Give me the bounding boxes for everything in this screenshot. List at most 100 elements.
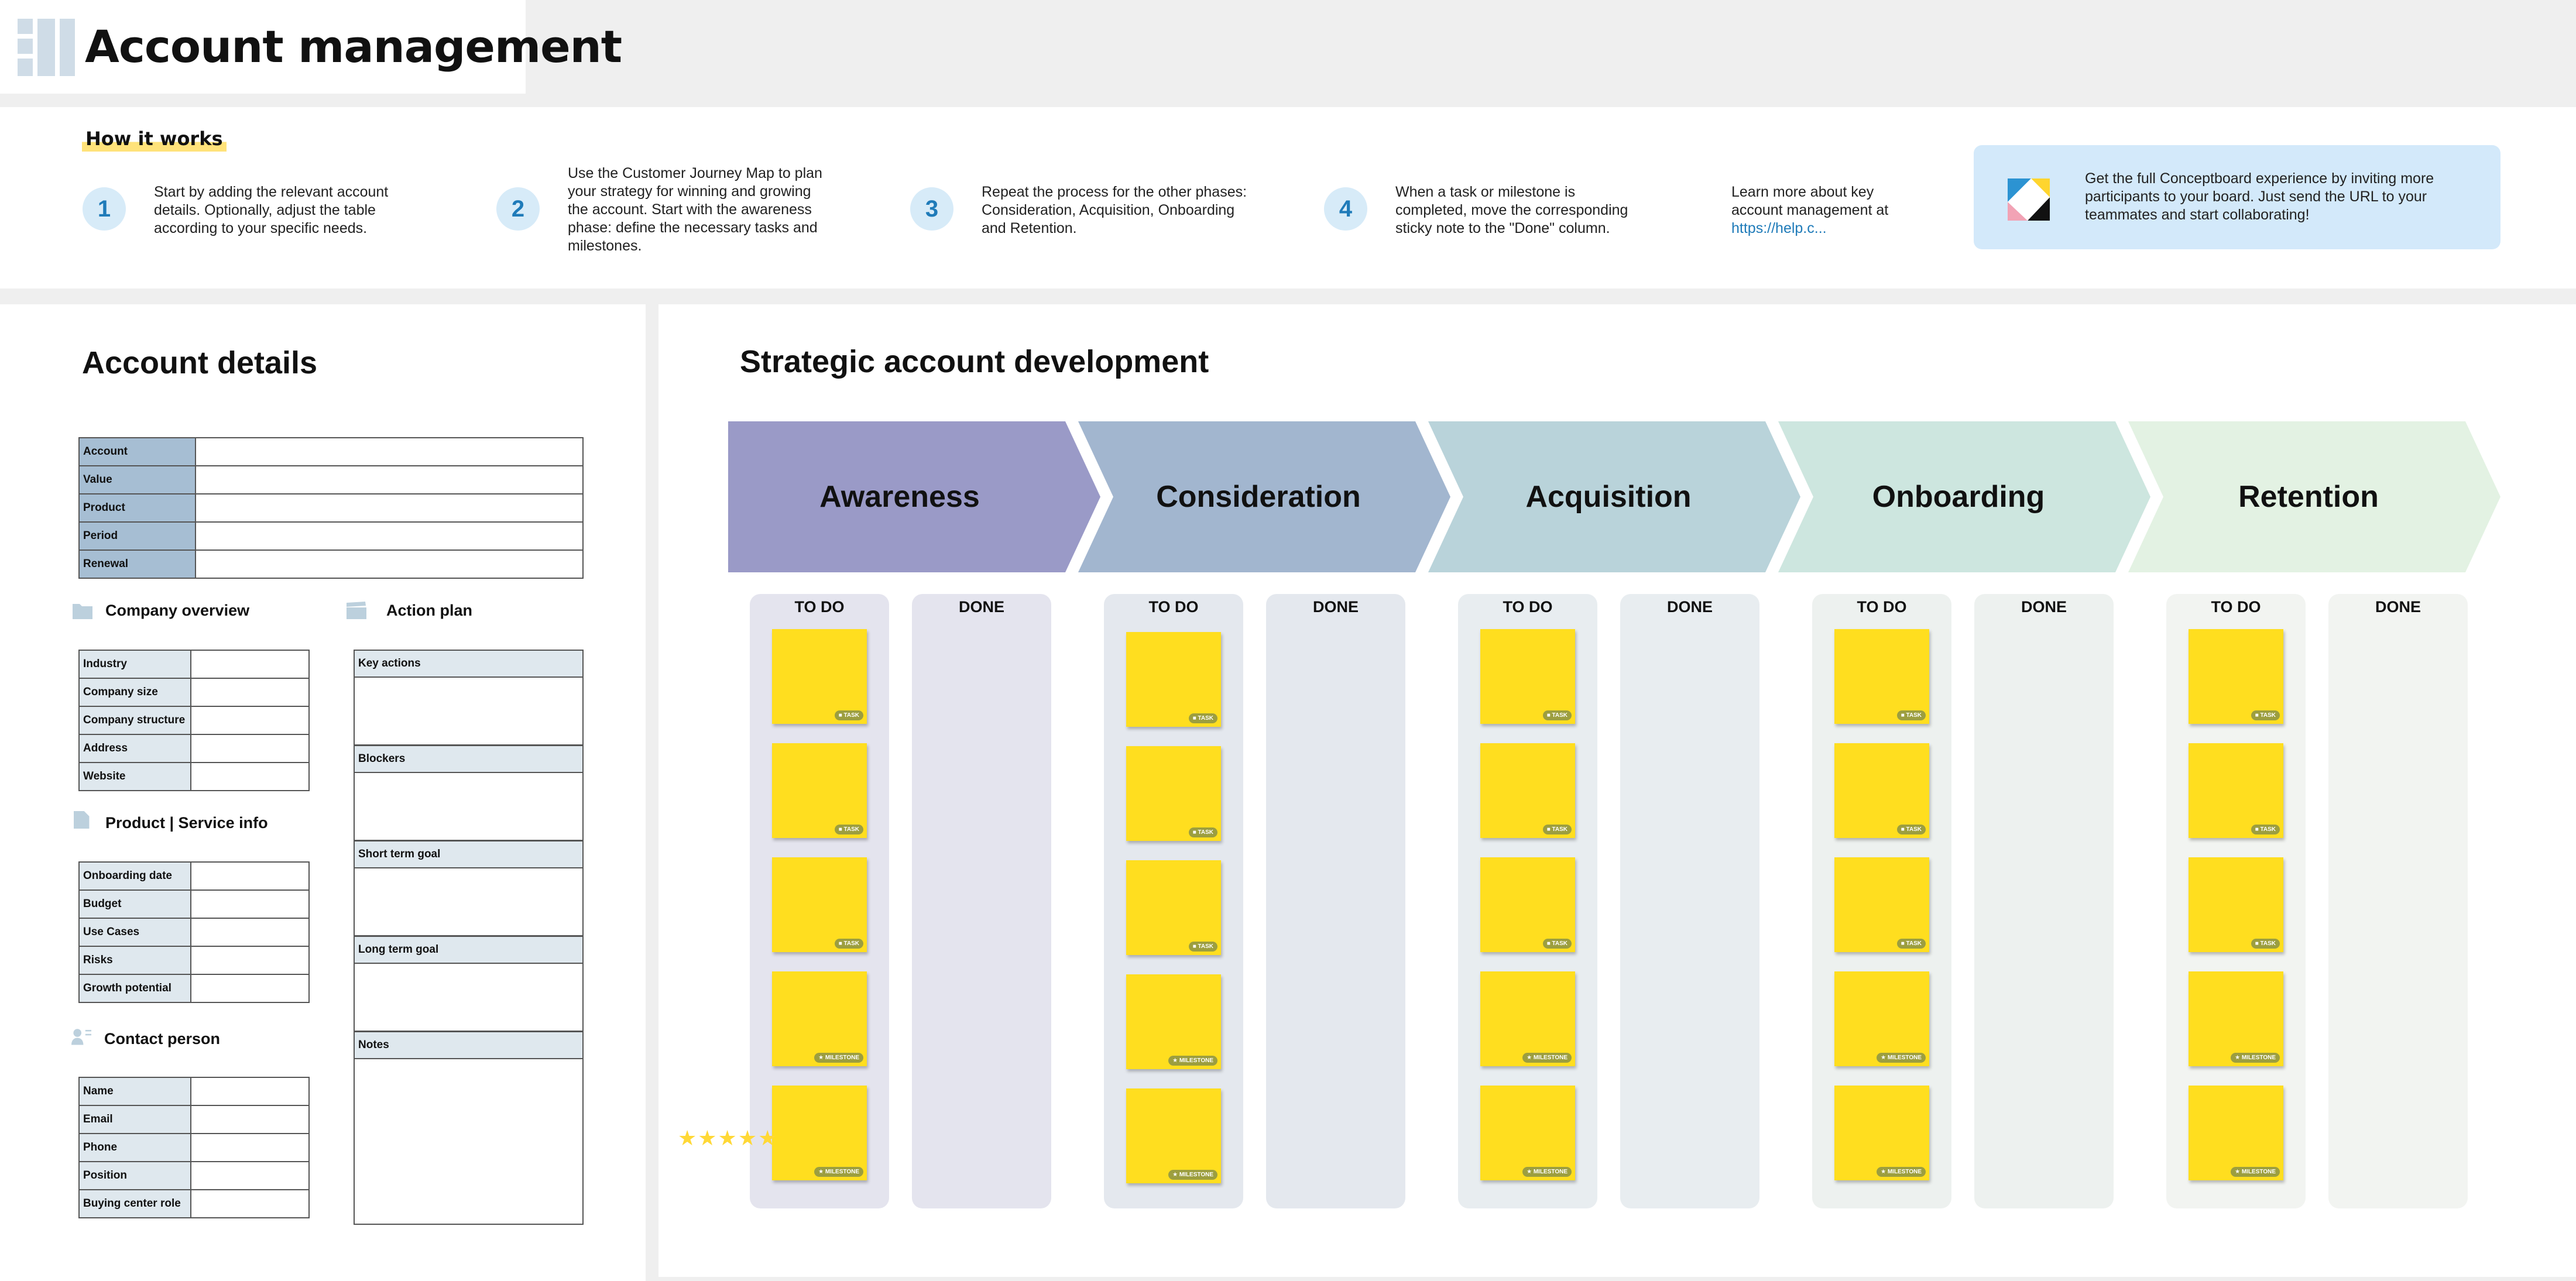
contact-person-icon xyxy=(71,1029,91,1045)
retention-todo-header: TO DO xyxy=(2211,598,2261,616)
sticky-note-milestone[interactable]: ★ MILESTONE xyxy=(1480,971,1575,1066)
task-tag: ■ TASK xyxy=(834,939,863,949)
buying-center-role-label: Buying center role xyxy=(78,1189,191,1218)
onboarding-date-field[interactable] xyxy=(190,861,310,891)
sticky-note-task[interactable]: ■ TASK xyxy=(2189,629,2283,724)
short-term-goal-block[interactable]: Short term goal xyxy=(354,840,584,936)
long-term-goal-block[interactable]: Long term goal xyxy=(354,936,584,1032)
awareness-todo-header: TO DO xyxy=(794,598,845,616)
consideration-done-column[interactable] xyxy=(1266,594,1405,1208)
notes-block[interactable]: Notes xyxy=(354,1031,584,1225)
acquisition-done-header: DONE xyxy=(1666,598,1713,616)
sticky-note-milestone[interactable]: ★ MILESTONE xyxy=(1126,974,1221,1069)
phase-label-consideration: Consideration xyxy=(1156,480,1361,514)
sticky-note-milestone[interactable]: ★ MILESTONE xyxy=(2189,1086,2283,1180)
sticky-note-task[interactable]: ■ TASK xyxy=(1480,857,1575,952)
sticky-note-task[interactable]: ■ TASK xyxy=(1126,632,1221,727)
sticky-note-milestone[interactable]: ★ MILESTONE xyxy=(1834,971,1929,1066)
sticky-note-task[interactable]: ■ TASK xyxy=(1834,629,1929,724)
task-tag: ■ TASK xyxy=(1188,713,1217,723)
sticky-note-milestone[interactable]: ★ MILESTONE xyxy=(1126,1088,1221,1183)
milestone-tag: ★ MILESTONE xyxy=(814,1053,863,1063)
sticky-note-milestone[interactable]: ★ MILESTONE xyxy=(2189,971,2283,1066)
phone-field[interactable] xyxy=(190,1133,310,1162)
phase-label-onboarding: Onboarding xyxy=(1872,480,2045,514)
task-tag: ■ TASK xyxy=(1896,710,1926,720)
blockers-block[interactable]: Blockers xyxy=(354,745,584,841)
sticky-note-task[interactable]: ■ TASK xyxy=(2189,857,2283,952)
sticky-note-task[interactable]: ■ TASK xyxy=(772,629,867,724)
company-structure-field[interactable] xyxy=(190,706,310,735)
address-field[interactable] xyxy=(190,734,310,763)
short-term-goal-label: Short term goal xyxy=(355,842,582,868)
milestone-tag: ★ MILESTONE xyxy=(1168,1170,1217,1180)
awareness-done-column[interactable] xyxy=(912,594,1051,1208)
long-term-goal-label: Long term goal xyxy=(355,937,582,964)
retention-done-column[interactable] xyxy=(2328,594,2468,1208)
phase-label-acquisition: Acquisition xyxy=(1525,480,1692,514)
product-service-table: Onboarding date Budget Use Cases Risks G… xyxy=(78,861,310,1003)
task-tag: ■ TASK xyxy=(1542,825,1572,834)
onboarding-done-header: DONE xyxy=(2021,598,2067,616)
sticky-note-milestone[interactable]: ★ MILESTONE xyxy=(1834,1086,1929,1180)
buying-center-role-field[interactable] xyxy=(190,1189,310,1218)
onboarding-done-column[interactable] xyxy=(1974,594,2114,1208)
acquisition-done-column[interactable] xyxy=(1620,594,1759,1208)
use-cases-field[interactable] xyxy=(190,918,310,947)
task-tag: ■ TASK xyxy=(2251,939,2280,949)
milestone-tag: ★ MILESTONE xyxy=(1168,1056,1217,1066)
industry-label: Industry xyxy=(78,650,191,679)
growth-potential-field[interactable] xyxy=(190,974,310,1003)
sticky-note-task[interactable]: ■ TASK xyxy=(1126,860,1221,955)
consideration-done-header: DONE xyxy=(1312,598,1359,616)
risks-label: Risks xyxy=(78,946,191,975)
task-tag: ■ TASK xyxy=(2251,710,2280,720)
task-tag: ■ TASK xyxy=(834,710,863,720)
task-tag: ■ TASK xyxy=(1542,939,1572,949)
phone-label: Phone xyxy=(78,1133,191,1162)
budget-field[interactable] xyxy=(190,890,310,919)
milestone-tag: ★ MILESTONE xyxy=(1877,1053,1926,1063)
website-field[interactable] xyxy=(190,762,310,791)
name-field[interactable] xyxy=(190,1077,310,1106)
sticky-note-task[interactable]: ■ TASK xyxy=(1126,746,1221,841)
sticky-note-task[interactable]: ■ TASK xyxy=(1834,857,1929,952)
position-field[interactable] xyxy=(190,1161,310,1190)
milestone-tag: ★ MILESTONE xyxy=(1522,1167,1572,1177)
address-label: Address xyxy=(78,734,191,763)
industry-field[interactable] xyxy=(190,650,310,679)
sticky-note-milestone[interactable]: ★ MILESTONE xyxy=(772,1086,867,1180)
sticky-note-task[interactable]: ■ TASK xyxy=(1480,743,1575,838)
rating-stars[interactable]: ★★★★★ xyxy=(678,1126,778,1151)
task-tag: ■ TASK xyxy=(1896,939,1926,949)
sticky-note-task[interactable]: ■ TASK xyxy=(1480,629,1575,724)
sticky-note-task[interactable]: ■ TASK xyxy=(1834,743,1929,838)
product-service-heading: Product | Service info xyxy=(105,814,268,832)
contact-person-heading: Contact person xyxy=(104,1030,221,1048)
phase-label-retention: Retention xyxy=(2238,480,2379,514)
sticky-note-task[interactable]: ■ TASK xyxy=(772,743,867,838)
sticky-note-task[interactable]: ■ TASK xyxy=(2189,743,2283,838)
onboarding-todo-header: TO DO xyxy=(1857,598,1907,616)
email-field[interactable] xyxy=(190,1105,310,1134)
email-label: Email xyxy=(78,1105,191,1134)
risks-field[interactable] xyxy=(190,946,310,975)
sticky-note-milestone[interactable]: ★ MILESTONE xyxy=(772,971,867,1066)
position-label: Position xyxy=(78,1161,191,1190)
sticky-note-task[interactable]: ■ TASK xyxy=(772,857,867,952)
name-label: Name xyxy=(78,1077,191,1106)
action-plan-heading: Action plan xyxy=(386,602,472,619)
company-overview-heading: Company overview xyxy=(105,602,250,619)
consideration-todo-header: TO DO xyxy=(1148,598,1199,616)
company-size-field[interactable] xyxy=(190,678,310,707)
milestone-tag: ★ MILESTONE xyxy=(2231,1167,2280,1177)
company-overview-table: Industry Company size Company structure … xyxy=(78,650,310,791)
key-actions-block[interactable]: Key actions xyxy=(354,650,584,746)
task-tag: ■ TASK xyxy=(834,825,863,834)
retention-done-header: DONE xyxy=(2375,598,2421,616)
milestone-tag: ★ MILESTONE xyxy=(2231,1053,2280,1063)
sticky-note-milestone[interactable]: ★ MILESTONE xyxy=(1480,1086,1575,1180)
folder-icon xyxy=(73,604,92,619)
milestone-tag: ★ MILESTONE xyxy=(814,1167,863,1177)
milestone-tag: ★ MILESTONE xyxy=(1877,1167,1926,1177)
